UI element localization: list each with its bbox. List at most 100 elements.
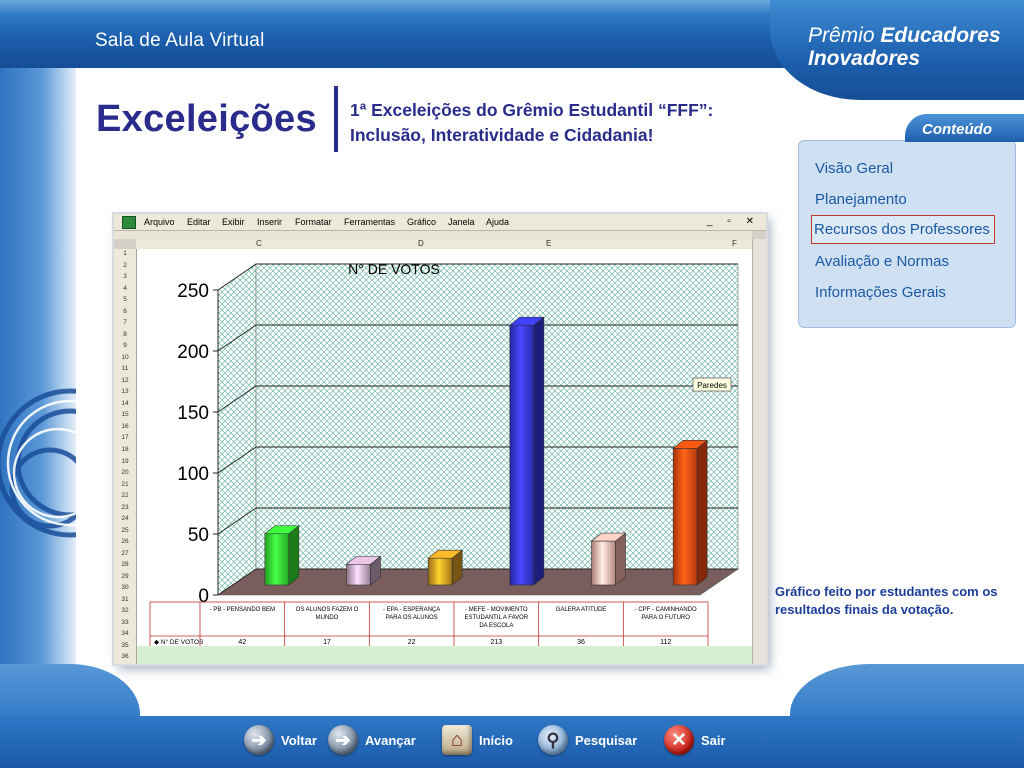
category-label-1: - PB - PENSANDO BEM — [210, 607, 275, 613]
bar-side-5 — [615, 532, 626, 586]
menu-item-recursos-professores[interactable]: Recursos dos Professores — [811, 215, 995, 244]
menu-janela[interactable]: Janela — [448, 217, 475, 227]
contents-tab-label: Conteúdo — [922, 121, 992, 138]
row-header-34[interactable]: 34 — [114, 630, 136, 637]
menu-item-visao-geral[interactable]: Visão Geral — [815, 160, 893, 177]
row-header-12[interactable]: 12 — [114, 377, 136, 384]
data-table-series-label: ◆ N° DE VOTOS — [154, 638, 204, 646]
y-tick-label-150: 150 — [177, 403, 209, 424]
close-x-icon: ✕ — [664, 725, 694, 755]
row-header-2[interactable]: 2 — [114, 262, 136, 269]
value-label-3: 22 — [408, 639, 416, 646]
app-title: Sala de Aula Virtual — [95, 30, 265, 51]
row-header-15[interactable]: 15 — [114, 411, 136, 418]
chart-side-wall — [217, 263, 257, 596]
home-button[interactable]: ⌂ Início — [442, 722, 513, 758]
chart-title: N° DE VOTOS — [348, 261, 440, 277]
menu-item-informacoes-gerais[interactable]: Informações Gerais — [815, 284, 946, 301]
search-button[interactable]: ⚲ Pesquisar — [538, 722, 637, 758]
bar-side-4 — [533, 316, 545, 586]
menu-exibir[interactable]: Exibir — [222, 217, 245, 227]
menu-grafico[interactable]: Gráfico — [407, 217, 436, 227]
row-header-10[interactable]: 10 — [114, 354, 136, 361]
bottom-decoration-right — [790, 664, 1024, 724]
arrow-left-icon: ➔ — [244, 725, 274, 755]
bar-side-1 — [288, 525, 300, 586]
column-header-d[interactable]: D — [418, 239, 424, 248]
magnifier-icon: ⚲ — [538, 725, 568, 755]
row-header-19[interactable]: 19 — [114, 458, 136, 465]
row-header-20[interactable]: 20 — [114, 469, 136, 476]
row-header-32[interactable]: 32 — [114, 607, 136, 614]
brand-line1-light: Prêmio — [808, 24, 881, 47]
row-header-35[interactable]: 35 — [114, 642, 136, 649]
menu-formatar[interactable]: Formatar — [295, 217, 332, 227]
swirl-decoration — [0, 388, 76, 538]
page-title: Exceleições — [96, 98, 317, 140]
menu-ajuda[interactable]: Ajuda — [486, 217, 509, 227]
menu-inserir[interactable]: Inserir — [257, 217, 282, 227]
row-header-23[interactable]: 23 — [114, 504, 136, 511]
row-header-22[interactable]: 22 — [114, 492, 136, 499]
row-header-21[interactable]: 21 — [114, 481, 136, 488]
row-header-25[interactable]: 25 — [114, 527, 136, 534]
exit-button[interactable]: ✕ Sair — [664, 722, 726, 758]
vertical-scrollbar[interactable] — [752, 239, 767, 664]
row-header-26[interactable]: 26 — [114, 538, 136, 545]
title-divider — [334, 86, 338, 152]
column-header-f[interactable]: F — [732, 239, 737, 248]
row-header-14[interactable]: 14 — [114, 400, 136, 407]
value-label-6: 112 — [660, 639, 671, 646]
exit-label: Sair — [701, 732, 726, 748]
bar-front-3 — [427, 557, 453, 586]
chart-back-wall — [255, 263, 739, 570]
brand-logo-text: Prêmio Educadores Inovadores — [808, 24, 1001, 70]
bar-2 — [345, 555, 382, 586]
column-header-c[interactable]: C — [256, 239, 262, 248]
votes-chart: 050100150200250 ◆ N° DE VOTOS- PB - PENS… — [149, 261, 739, 646]
row-header-4[interactable]: 4 — [114, 285, 136, 292]
menu-editar[interactable]: Editar — [187, 217, 211, 227]
row-header-27[interactable]: 27 — [114, 550, 136, 557]
category-label-5: GALERA ATITUDE — [556, 607, 607, 613]
window-controls[interactable]: _ ▫ ✕ — [707, 216, 760, 227]
menu-item-avaliacao-normas[interactable]: Avaliação e Normas — [815, 253, 949, 270]
menu-item-planejamento[interactable]: Planejamento — [815, 191, 907, 208]
row-header-1[interactable]: 1 — [114, 250, 136, 257]
walls-tooltip-text: Paredes — [697, 381, 727, 390]
column-header-e[interactable]: E — [546, 239, 551, 248]
row-header-5[interactable]: 5 — [114, 296, 136, 303]
row-header-36[interactable]: 36 — [114, 653, 136, 660]
row-header-29[interactable]: 29 — [114, 573, 136, 580]
row-header-24[interactable]: 24 — [114, 515, 136, 522]
row-header-17[interactable]: 17 — [114, 434, 136, 441]
row-header-7[interactable]: 7 — [114, 319, 136, 326]
row-header-16[interactable]: 16 — [114, 423, 136, 430]
bar-6 — [672, 439, 709, 586]
row-headers: 1 2 3 4 5 6 7 8 9 10 11 12 13 14 15 16 17 18 19 20 21 22 23 24 2… — [114, 249, 137, 664]
back-button[interactable]: ➔ Voltar — [244, 722, 317, 758]
row-header-6[interactable]: 6 — [114, 308, 136, 315]
row-header-3[interactable]: 3 — [114, 273, 136, 280]
arrow-right-icon: ➔ — [328, 725, 358, 755]
value-label-2: 17 — [323, 639, 331, 646]
side-decoration — [0, 68, 76, 716]
menu-arquivo[interactable]: Arquivo — [144, 217, 175, 227]
bar-front-2 — [346, 563, 371, 586]
walls-tooltip: Paredes — [692, 377, 732, 392]
bar-front-1 — [264, 533, 290, 586]
value-label-5: 36 — [577, 639, 585, 646]
row-header-18[interactable]: 18 — [114, 446, 136, 453]
row-header-30[interactable]: 30 — [114, 584, 136, 591]
row-header-31[interactable]: 31 — [114, 596, 136, 603]
row-header-8[interactable]: 8 — [114, 331, 136, 338]
brand-line1-bold: Educadores — [880, 24, 1001, 47]
forward-button[interactable]: ➔ Avançar — [328, 722, 416, 758]
row-header-9[interactable]: 9 — [114, 342, 136, 349]
row-header-13[interactable]: 13 — [114, 388, 136, 395]
page-subtitle: 1ª Exceleições do Grêmio Estudantil “FFF… — [350, 100, 714, 145]
row-header-33[interactable]: 33 — [114, 619, 136, 626]
row-header-28[interactable]: 28 — [114, 561, 136, 568]
row-header-11[interactable]: 11 — [114, 365, 136, 372]
menu-ferramentas[interactable]: Ferramentas — [344, 217, 395, 227]
